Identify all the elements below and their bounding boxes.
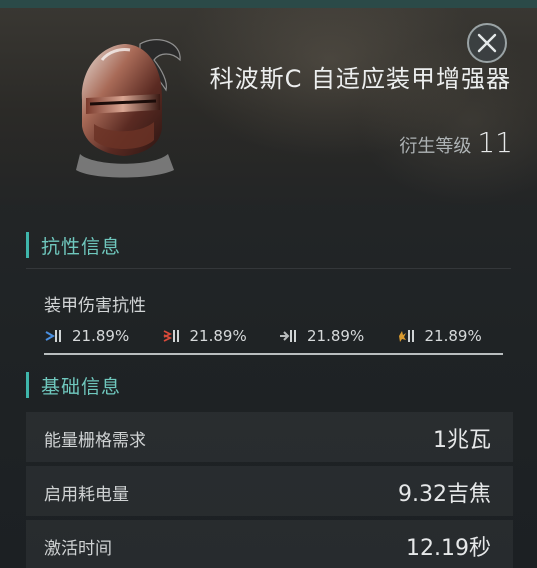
armor-resist-label: 装甲伤害抗性 (44, 296, 146, 316)
info-row-value: 1兆瓦 (433, 428, 491, 453)
resist-thermal-value: 21.89% (189, 327, 247, 345)
resist-section-title: 抗性信息 (41, 235, 122, 258)
info-row-activation-cost: 启用耗电量 9.32吉焦 (26, 466, 513, 516)
resist-underline (44, 353, 503, 355)
info-row-activation-time: 激活时间 12.19秒 (26, 520, 513, 568)
info-row-value: 9.32吉焦 (398, 482, 491, 507)
explosive-resist-icon (398, 330, 414, 342)
basic-section-header: 基础信息 (26, 370, 121, 400)
close-icon (477, 33, 497, 53)
resist-values: 21.89% 21.89% 21.89% 21.89% (44, 327, 514, 345)
resist-kinetic: 21.89% (279, 327, 397, 345)
resist-explosive-value: 21.89% (424, 327, 482, 345)
resist-section-header: 抗性信息 (26, 230, 121, 260)
thermal-resist-icon (163, 330, 179, 342)
top-strip (0, 0, 537, 8)
meta-level-row: 衍生等级 11 (399, 126, 513, 159)
info-row-label: 能量栅格需求 (44, 431, 146, 451)
section-accent-bar (26, 372, 29, 398)
item-name: 科波斯C 自适应装甲增强器 (209, 65, 511, 93)
info-row-label: 激活时间 (44, 539, 112, 559)
em-resist-icon (45, 330, 61, 342)
resist-em: 21.89% (44, 327, 162, 345)
resist-em-value: 21.89% (72, 327, 130, 345)
resist-kinetic-value: 21.89% (307, 327, 365, 345)
close-button[interactable] (467, 23, 507, 63)
resist-thermal: 21.89% (162, 327, 280, 345)
armor-hardener-helmet-icon (76, 39, 181, 178)
info-row-powergrid: 能量栅格需求 1兆瓦 (26, 412, 513, 462)
info-row-value: 12.19秒 (406, 536, 491, 561)
section-divider (26, 268, 511, 269)
info-row-label: 启用耗电量 (44, 485, 129, 505)
item-info-panel: 科波斯C 自适应装甲增强器 衍生等级 11 抗性信息 装甲伤害抗性 21.89% (0, 0, 537, 568)
resist-explosive: 21.89% (397, 327, 515, 345)
kinetic-resist-icon (280, 330, 296, 342)
basic-section-title: 基础信息 (41, 375, 122, 398)
section-accent-bar (26, 232, 29, 258)
armor-resist-block: 装甲伤害抗性 21.89% 21.89% 21.89% 21.89% (26, 275, 513, 355)
meta-level-value: 11 (477, 126, 513, 159)
meta-level-label: 衍生等级 (399, 136, 472, 157)
